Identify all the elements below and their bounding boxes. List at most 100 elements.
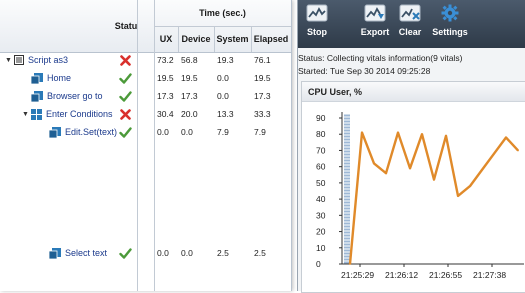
table-row[interactable]: ▼ Enter Conditions 30.4 20.0 13.3 33.3 xyxy=(0,105,291,123)
pass-icon xyxy=(115,123,135,141)
cell-device: 19.5 xyxy=(181,73,198,83)
stop-label: Stop xyxy=(307,27,327,37)
cell-system: 7.9 xyxy=(217,127,229,137)
tree-node: ▼ Script as3 xyxy=(5,51,68,69)
step-icon xyxy=(49,126,61,138)
cell-system: 13.3 xyxy=(217,109,234,119)
tree-node: Browser go to xyxy=(22,87,103,105)
row-label: Browser go to xyxy=(47,91,103,101)
y-tick-label: 10 xyxy=(316,243,326,253)
row-label: Edit.Set(text) xyxy=(65,127,118,137)
table-row[interactable]: Select text 0.0 0.0 2.5 2.5 xyxy=(0,244,291,262)
tree-node: Home xyxy=(22,69,71,87)
cell-system: 0.0 xyxy=(217,73,229,83)
data-point xyxy=(469,185,471,188)
settings-label: Settings xyxy=(432,27,468,37)
header-system[interactable]: System xyxy=(214,26,251,52)
column-divider xyxy=(214,26,215,52)
script-panel: Statu Time (sec.) UX Device System Elaps… xyxy=(0,0,292,291)
cell-device: 17.3 xyxy=(181,91,198,101)
export-icon xyxy=(364,4,386,22)
y-tick-label: 80 xyxy=(316,129,326,139)
cell-device: 56.8 xyxy=(181,55,198,65)
y-tick-label: 40 xyxy=(316,194,326,204)
y-tick-label: 60 xyxy=(316,162,326,172)
data-point xyxy=(361,131,363,134)
table-row[interactable]: Edit.Set(text) 0.0 0.0 7.9 7.9 xyxy=(0,123,291,141)
chart-title: CPU User, % xyxy=(302,82,525,102)
clear-icon xyxy=(399,4,421,22)
cell-elapsed: 76.1 xyxy=(254,55,271,65)
x-tick-label: 21:26:55 xyxy=(429,270,462,280)
y-tick-label: 70 xyxy=(316,145,326,155)
data-point xyxy=(517,149,519,152)
fail-icon xyxy=(115,105,135,123)
data-point xyxy=(457,194,459,197)
cell-device: 0.0 xyxy=(181,127,193,137)
pass-icon xyxy=(115,244,135,262)
expand-toggle-icon[interactable]: ▼ xyxy=(5,57,12,64)
cell-elapsed: 7.9 xyxy=(254,127,266,137)
header-device[interactable]: Device xyxy=(178,26,214,52)
cell-elapsed: 2.5 xyxy=(254,248,266,258)
stop-icon xyxy=(306,4,328,22)
y-tick-label: 30 xyxy=(316,210,326,220)
y-tick-label: 50 xyxy=(316,178,326,188)
x-tick-label: 21:26:12 xyxy=(385,270,418,280)
step-icon xyxy=(49,247,61,259)
data-point xyxy=(397,131,399,134)
cell-ux: 73.2 xyxy=(157,55,174,65)
header-divider xyxy=(154,26,291,27)
data-point xyxy=(349,263,351,265)
chart-svg: 0 10 20 30 40 50 60 70 80 90 21:25:29 21:26:12 21:26… xyxy=(316,112,524,280)
column-divider xyxy=(251,26,252,52)
x-tick-label: 21:25:29 xyxy=(341,270,374,280)
y-tick-label: 90 xyxy=(316,113,326,123)
cell-elapsed: 19.5 xyxy=(254,73,271,83)
export-label: Export xyxy=(360,27,390,37)
cell-ux: 0.0 xyxy=(157,248,169,258)
pass-icon xyxy=(115,87,135,105)
settings-button[interactable]: Settings xyxy=(430,4,470,46)
header-ux[interactable]: UX xyxy=(154,26,178,52)
row-label: Script as3 xyxy=(28,55,69,65)
x-tick-label: 21:27:38 xyxy=(473,270,506,280)
data-point xyxy=(373,162,375,165)
cpu-user-chart: CPU User, % 0 10 20 30 40 50 60 70 80 90 21:25:29 2… xyxy=(301,81,525,293)
cell-device: 0.0 xyxy=(181,248,193,258)
status-text: Status: Collecting vitals information(9 … xyxy=(298,53,463,63)
cell-elapsed: 33.3 xyxy=(254,109,271,119)
row-label: Enter Conditions xyxy=(46,109,113,119)
pass-icon xyxy=(115,69,135,87)
cell-system: 0.0 xyxy=(217,91,229,101)
table-row[interactable]: ▼ Script as3 73.2 56.8 19.3 76.1 xyxy=(0,51,291,69)
cell-system: 2.5 xyxy=(217,248,229,258)
table-header: Statu Time (sec.) UX Device System Elaps… xyxy=(0,0,291,53)
vitals-panel: Stop Export Clear Settings Status: Colle… xyxy=(297,0,525,293)
cell-elapsed: 17.3 xyxy=(254,91,271,101)
series-line xyxy=(348,131,519,265)
y-tick-label: 20 xyxy=(316,227,326,237)
data-point xyxy=(421,133,423,136)
table-row[interactable]: Browser go to 17.3 17.3 0.0 17.3 xyxy=(0,87,291,105)
row-label: Home xyxy=(47,73,72,83)
stop-button[interactable]: Stop xyxy=(302,4,332,46)
data-point xyxy=(385,172,387,175)
fail-icon xyxy=(115,51,135,69)
tree-node: Select text xyxy=(40,244,107,262)
table-row[interactable]: Home 19.5 19.5 0.0 19.5 xyxy=(0,69,291,87)
data-point xyxy=(493,152,495,155)
cell-ux: 19.5 xyxy=(157,73,174,83)
header-status[interactable]: Statu xyxy=(115,0,138,52)
cell-ux: 30.4 xyxy=(157,109,174,119)
cell-device: 20.0 xyxy=(181,109,198,119)
data-point xyxy=(481,169,483,171)
tree-node: Edit.Set(text) xyxy=(40,123,117,141)
header-elapsed[interactable]: Elapsed xyxy=(251,26,291,52)
clear-button[interactable]: Clear xyxy=(397,4,423,46)
expand-toggle-icon[interactable]: ▼ xyxy=(22,111,29,118)
export-button[interactable]: Export xyxy=(358,4,392,46)
header-time-group: Time (sec.) xyxy=(199,8,246,18)
y-tick-label: 0 xyxy=(316,259,321,269)
started-text: Started: Tue Sep 30 2014 09:25:28 xyxy=(298,66,431,76)
